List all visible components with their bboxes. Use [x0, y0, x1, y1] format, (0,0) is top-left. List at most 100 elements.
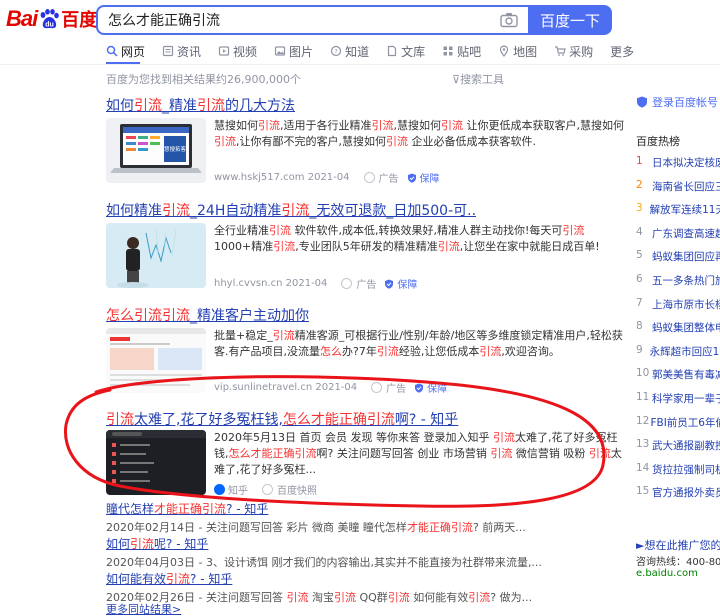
hot-list: 1 日本拟决定核废 2 海南省长回应三 3 解放军连续11天 4 广东调查高速超 5 蚂蚁…: [636, 155, 720, 509]
result-4: 引流太难了,花了好多冤枉钱,怎么才能正确引流啊? - 知乎: [106, 409, 458, 429]
hot-item[interactable]: 5 蚂蚁集团回应再: [636, 249, 720, 273]
sub-result-title[interactable]: 如何能有效引流? - 知乎: [106, 570, 532, 587]
result-abstract: 慧搜如何引流,适用于各行业精准引流,慧搜如何引流 让你更低成本获取客户,慧搜如何…: [214, 119, 624, 148]
tab-map[interactable]: 地图: [498, 42, 537, 60]
hot-item[interactable]: 12 FBI前员工6年偷: [636, 415, 720, 439]
result-title[interactable]: 引流太难了,花了好多冤枉钱,怎么才能正确引流啊? - 知乎: [106, 409, 458, 429]
sub-result-title[interactable]: 瞳代怎样才能正确引流? - 知乎: [106, 500, 526, 517]
result-1: 如何引流_精准引流的几大方法: [106, 95, 295, 115]
shield-icon: [637, 96, 647, 108]
webpage-image: [106, 328, 206, 393]
result-meta: vip.sunlinetravel.cn 2021-04 广告 保障: [214, 380, 447, 395]
sub-result-2: 如何引流呢? - 知乎 2020年04月03日 - 3、设计诱饵 刚才我们的内容…: [106, 535, 542, 570]
sub-result-title[interactable]: 如何引流呢? - 知乎: [106, 535, 542, 552]
logo-text-baidu: 百度: [61, 10, 98, 30]
result-3: 怎么引流引流_精准客户主动加你: [106, 305, 309, 325]
hot-item[interactable]: 8 蚂蚁集团整体申: [636, 320, 720, 344]
search-button[interactable]: 百度一下: [528, 5, 612, 35]
ad-label[interactable]: 广告: [371, 380, 406, 395]
result-2: 如何精准引流_24H自动精准引流_无效可退款_日加500-可..: [106, 200, 476, 220]
result-source[interactable]: 知乎: [228, 482, 248, 497]
app-screenshot-image: [106, 430, 206, 495]
tab-video[interactable]: 视频: [218, 42, 257, 60]
guarantee-badge[interactable]: 保障: [407, 170, 440, 185]
result-abstract: 全行业精准引流 软件软件,成本低,转换效果好,精准人群主动找你!每天可引流100…: [214, 224, 600, 253]
result-abstract: 批量+稳定_引流精准客源_可根据行业/性别/年龄/地区等多维度锁定精准用户,轻松…: [214, 329, 623, 358]
hot-item[interactable]: 4 广东调查高速超: [636, 226, 720, 250]
result-meta: 知乎 百度快照: [214, 482, 317, 497]
promo-link[interactable]: ►想在此推广您的: [636, 537, 720, 553]
result-thumbnail[interactable]: [106, 223, 206, 288]
tab-web[interactable]: 网页: [106, 42, 145, 60]
hot-item[interactable]: 13 武大通报副教授: [636, 438, 720, 462]
grid-icon: [443, 46, 453, 56]
hot-item[interactable]: 3 解放军连续11天: [636, 202, 720, 226]
result-url[interactable]: hhyl.cvvsn.cn 2021-04: [214, 278, 327, 289]
svg-text:du: du: [45, 22, 54, 29]
zhihu-logo-icon: [214, 484, 225, 495]
svg-text:慧搜拓客: 慧搜拓客: [164, 145, 187, 153]
hot-item[interactable]: 1 日本拟决定核废: [636, 155, 720, 179]
news-icon: [162, 45, 174, 57]
sub-result-desc: 2020年04月03日 - 3、设计诱饵 刚才我们的内容输出,其实并不能直接为社…: [106, 556, 542, 569]
paw-icon: du: [40, 9, 60, 29]
tab-images[interactable]: 图片: [274, 42, 313, 60]
result-title[interactable]: 怎么引流引流_精准客户主动加你: [106, 305, 309, 325]
hot-item[interactable]: 11 科学家用一辈子: [636, 391, 720, 415]
result-title[interactable]: 如何精准引流_24H自动精准引流_无效可退款_日加500-可..: [106, 200, 476, 220]
result-thumbnail[interactable]: [106, 430, 206, 495]
promo-url[interactable]: e.baidu.com: [636, 568, 698, 579]
result-thumbnail[interactable]: 慧搜拓客: [106, 118, 206, 183]
image-icon: [274, 46, 286, 56]
hot-item[interactable]: 7 上海市原市长杨: [636, 297, 720, 321]
search-input[interactable]: [108, 7, 498, 33]
hot-item[interactable]: 15 官方通报外卖员: [636, 485, 720, 509]
login-link[interactable]: 登录百度帐号: [636, 94, 718, 110]
snapshot-link[interactable]: 百度快照: [262, 482, 317, 497]
guarantee-badge[interactable]: 保障: [414, 380, 447, 395]
shield-icon: [385, 279, 394, 289]
more-site-results-link[interactable]: 更多同站结果>: [106, 601, 181, 616]
cart-icon: [555, 46, 566, 56]
presenter-image: [106, 223, 206, 288]
result-url[interactable]: vip.sunlinetravel.cn 2021-04: [214, 382, 357, 393]
question-icon: ?: [330, 45, 342, 57]
hot-item[interactable]: 9 永辉超市回应10: [636, 344, 720, 368]
tab-news[interactable]: 资讯: [162, 42, 201, 60]
ad-label[interactable]: 广告: [341, 276, 376, 291]
tab-wenku[interactable]: 文库: [386, 42, 425, 60]
tabs-divider: [0, 64, 720, 65]
shield-icon: [407, 173, 416, 183]
hot-item[interactable]: 2 海南省长回应三: [636, 179, 720, 203]
search-tools-button[interactable]: ⊽搜索工具: [452, 71, 504, 87]
camera-icon[interactable]: [500, 12, 518, 28]
hot-item[interactable]: 6 五一多条热门旅: [636, 273, 720, 297]
tab-purchase[interactable]: 采购: [554, 42, 593, 60]
hot-list-title: 百度热榜: [636, 135, 680, 148]
sub-result-3: 如何能有效引流? - 知乎 2020年02月26日 - 关注问题写回答 引流 淘…: [106, 570, 532, 605]
hot-item[interactable]: 10 郭美美售有毒减: [636, 367, 720, 391]
result-count: 百度为您找到相关结果约26,900,000个: [106, 73, 301, 86]
tab-more[interactable]: 更多: [610, 42, 634, 60]
shield-icon: [415, 383, 424, 393]
hot-item[interactable]: 14 货拉拉强制司机: [636, 462, 720, 486]
result-thumbnail[interactable]: [106, 328, 206, 393]
search-tabs: 网页 资讯 视频 图片 ? 知道 文库 贴吧 地图 采购 更多: [106, 42, 651, 64]
tab-zhidao[interactable]: ? 知道: [330, 42, 369, 60]
result-meta: hhyl.cvvsn.cn 2021-04 广告 保障: [214, 276, 417, 291]
result-title[interactable]: 如何引流_精准引流的几大方法: [106, 95, 295, 115]
guarantee-badge[interactable]: 保障: [384, 276, 417, 291]
promo-phone: 咨询热线：400-800-: [636, 557, 720, 568]
laptop-image: 慧搜拓客: [106, 118, 206, 183]
document-icon: [387, 45, 397, 57]
header: Bai du 百度 百度一下: [0, 0, 720, 38]
tab-tieba[interactable]: 贴吧: [442, 42, 481, 60]
logo-text-bai: Bai: [6, 6, 38, 31]
ad-label[interactable]: 广告: [364, 170, 399, 185]
video-icon: [218, 46, 230, 56]
sub-result-1: 瞳代怎样才能正确引流? - 知乎 2020年02月14日 - 关注问题写回答 彩…: [106, 500, 526, 535]
map-pin-icon: [500, 45, 509, 57]
result-url[interactable]: www.hskj517.com 2021-04: [214, 172, 350, 183]
baidu-logo[interactable]: Bai du 百度: [6, 6, 97, 32]
result-abstract: 2020年5月13日 首页 会员 发现 等你来答 登录加入知乎 引流太难了,花了…: [214, 431, 622, 476]
